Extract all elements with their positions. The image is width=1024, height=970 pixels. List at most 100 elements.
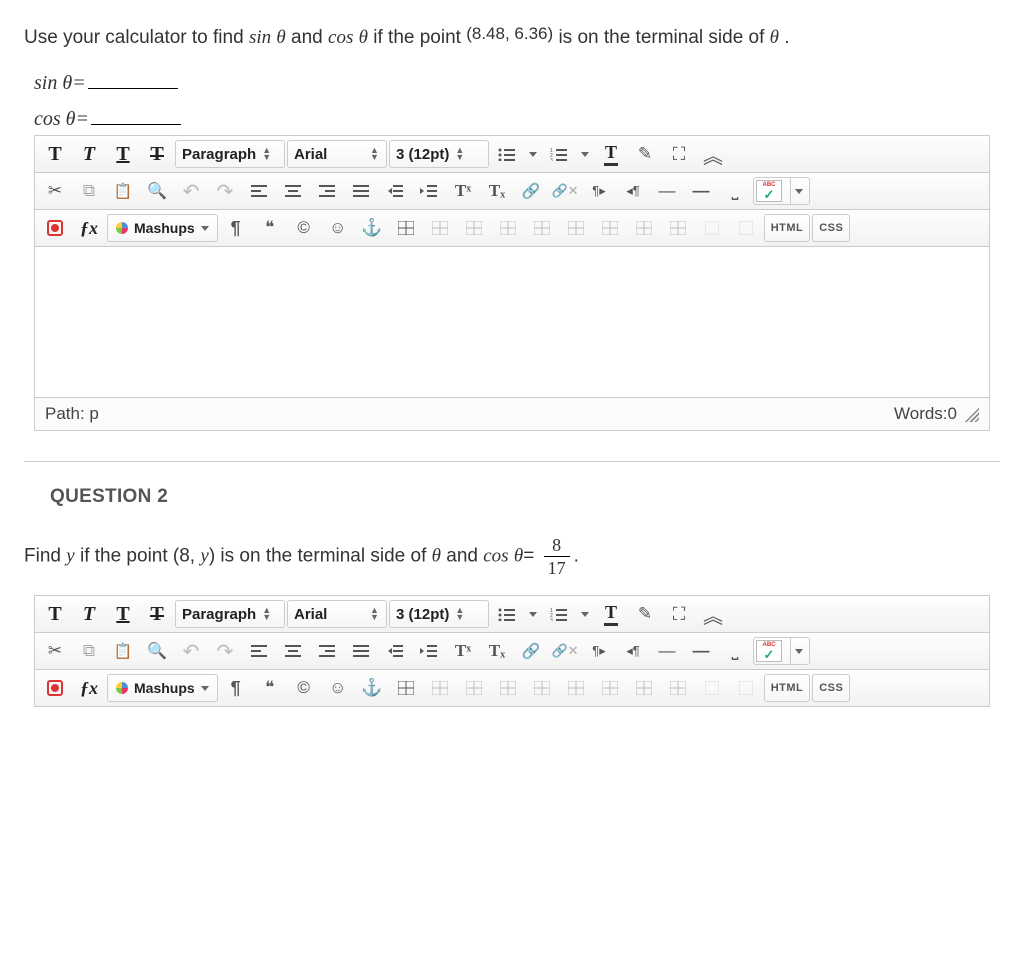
cut-button[interactable]: ✂ bbox=[39, 176, 71, 206]
strike-button[interactable]: T bbox=[141, 139, 173, 169]
align-justify-button[interactable] bbox=[345, 176, 377, 206]
mashups-button[interactable]: Mashups bbox=[107, 674, 218, 702]
html-button[interactable]: HTML bbox=[764, 214, 811, 242]
link-button[interactable]: 🔗 bbox=[515, 176, 547, 206]
size-select[interactable]: 3 (12pt) ▲▼ bbox=[389, 140, 489, 168]
copy-button[interactable]: ⧉ bbox=[73, 176, 105, 206]
table-button-8[interactable] bbox=[628, 673, 660, 703]
number-list-button[interactable]: 123 bbox=[543, 139, 575, 169]
align-right-button[interactable] bbox=[311, 636, 343, 666]
align-right-button[interactable] bbox=[311, 176, 343, 206]
text-color-button[interactable]: T bbox=[595, 139, 627, 169]
cut-button[interactable]: ✂ bbox=[39, 636, 71, 666]
css-button[interactable]: CSS bbox=[812, 214, 850, 242]
table-button-3[interactable] bbox=[458, 673, 490, 703]
align-center-button[interactable] bbox=[277, 636, 309, 666]
undo-button[interactable]: ↶ bbox=[175, 636, 207, 666]
hr-thick-button[interactable]: — bbox=[685, 176, 717, 206]
paste-button[interactable]: 📋 bbox=[107, 176, 139, 206]
emoji-button[interactable]: ☺ bbox=[322, 673, 354, 703]
collapse-button[interactable]: ︽ bbox=[697, 599, 729, 629]
css-button[interactable]: CSS bbox=[812, 674, 850, 702]
table-button-5[interactable] bbox=[526, 213, 558, 243]
record-button[interactable] bbox=[39, 213, 71, 243]
fullscreen-button[interactable]: ⛶ bbox=[663, 599, 695, 629]
hr-thick-button[interactable]: — bbox=[685, 636, 717, 666]
indent-button[interactable] bbox=[413, 176, 445, 206]
subscript-button[interactable]: Tₓ bbox=[481, 176, 513, 206]
paragraph-select[interactable]: Paragraph ▲▼ bbox=[175, 140, 285, 168]
bold-button[interactable]: T bbox=[39, 599, 71, 629]
fullscreen-button[interactable]: ⛶ bbox=[663, 139, 695, 169]
fx-button[interactable]: ƒx bbox=[73, 673, 105, 703]
paste-button[interactable]: 📋 bbox=[107, 636, 139, 666]
copyright-button[interactable]: © bbox=[288, 213, 320, 243]
resize-handle-icon[interactable] bbox=[963, 406, 979, 422]
nbsp-button[interactable]: ⎵ bbox=[719, 636, 751, 666]
redo-button[interactable]: ↷ bbox=[209, 636, 241, 666]
undo-button[interactable]: ↶ bbox=[175, 176, 207, 206]
dropdown-caret-icon[interactable] bbox=[529, 612, 537, 617]
strike-button[interactable]: T bbox=[141, 599, 173, 629]
underline-button[interactable]: T bbox=[107, 599, 139, 629]
blockquote-button[interactable]: ❝ bbox=[254, 673, 286, 703]
table-button-6[interactable] bbox=[560, 673, 592, 703]
redo-button[interactable]: ↷ bbox=[209, 176, 241, 206]
text-color-button[interactable]: T bbox=[595, 599, 627, 629]
size-select[interactable]: 3 (12pt)▲▼ bbox=[389, 600, 489, 628]
table-button-10[interactable] bbox=[696, 213, 728, 243]
show-blocks-button[interactable]: ¶ bbox=[220, 673, 252, 703]
table-button-8[interactable] bbox=[628, 213, 660, 243]
table-button-1[interactable] bbox=[390, 673, 422, 703]
table-button-9[interactable] bbox=[662, 213, 694, 243]
highlight-button[interactable]: ✎ bbox=[629, 599, 661, 629]
table-button-5[interactable] bbox=[526, 673, 558, 703]
font-select[interactable]: Arial ▲▼ bbox=[287, 140, 387, 168]
blockquote-button[interactable]: ❝ bbox=[254, 213, 286, 243]
copy-button[interactable]: ⧉ bbox=[73, 636, 105, 666]
table-button-2[interactable] bbox=[424, 673, 456, 703]
table-button-6[interactable] bbox=[560, 213, 592, 243]
dropdown-caret-icon[interactable] bbox=[581, 152, 589, 157]
show-blocks-button[interactable]: ¶ bbox=[220, 213, 252, 243]
font-select[interactable]: Arial▲▼ bbox=[287, 600, 387, 628]
underline-button[interactable]: T bbox=[107, 139, 139, 169]
dropdown-caret-icon[interactable] bbox=[581, 612, 589, 617]
table-button-10[interactable] bbox=[696, 673, 728, 703]
nbsp-button[interactable]: ⎵ bbox=[719, 176, 751, 206]
subscript-button[interactable]: Tₓ bbox=[481, 636, 513, 666]
outdent-button[interactable] bbox=[379, 176, 411, 206]
align-center-button[interactable] bbox=[277, 176, 309, 206]
record-button[interactable] bbox=[39, 673, 71, 703]
table-button-2[interactable] bbox=[424, 213, 456, 243]
table-button-4[interactable] bbox=[492, 213, 524, 243]
hr-thin-button[interactable]: — bbox=[651, 636, 683, 666]
outdent-button[interactable] bbox=[379, 636, 411, 666]
dropdown-caret-icon[interactable] bbox=[529, 152, 537, 157]
ltr-button[interactable]: ¶▸ bbox=[583, 176, 615, 206]
copyright-button[interactable]: © bbox=[288, 673, 320, 703]
anchor-button[interactable]: ⚓ bbox=[356, 213, 388, 243]
superscript-button[interactable]: Tˣ bbox=[447, 636, 479, 666]
table-button-1[interactable] bbox=[390, 213, 422, 243]
rtl-button[interactable]: ◂¶ bbox=[617, 176, 649, 206]
bold-button[interactable]: T bbox=[39, 139, 71, 169]
number-list-button[interactable]: 123 bbox=[543, 599, 575, 629]
indent-button[interactable] bbox=[413, 636, 445, 666]
link-button[interactable]: 🔗 bbox=[515, 636, 547, 666]
mashups-button[interactable]: Mashups bbox=[107, 214, 218, 242]
spellcheck-button[interactable]: ABC✓ bbox=[753, 637, 810, 665]
sin-blank[interactable] bbox=[88, 71, 178, 89]
find-button[interactable]: 🔍 bbox=[141, 176, 173, 206]
fx-button[interactable]: ƒx bbox=[73, 213, 105, 243]
table-button-9[interactable] bbox=[662, 673, 694, 703]
table-button-7[interactable] bbox=[594, 213, 626, 243]
italic-button[interactable]: T bbox=[73, 139, 105, 169]
table-button-4[interactable] bbox=[492, 673, 524, 703]
table-button-7[interactable] bbox=[594, 673, 626, 703]
table-button-11[interactable] bbox=[730, 673, 762, 703]
html-button[interactable]: HTML bbox=[764, 674, 811, 702]
paragraph-select[interactable]: Paragraph▲▼ bbox=[175, 600, 285, 628]
hr-thin-button[interactable]: — bbox=[651, 176, 683, 206]
ltr-button[interactable]: ¶▸ bbox=[583, 636, 615, 666]
